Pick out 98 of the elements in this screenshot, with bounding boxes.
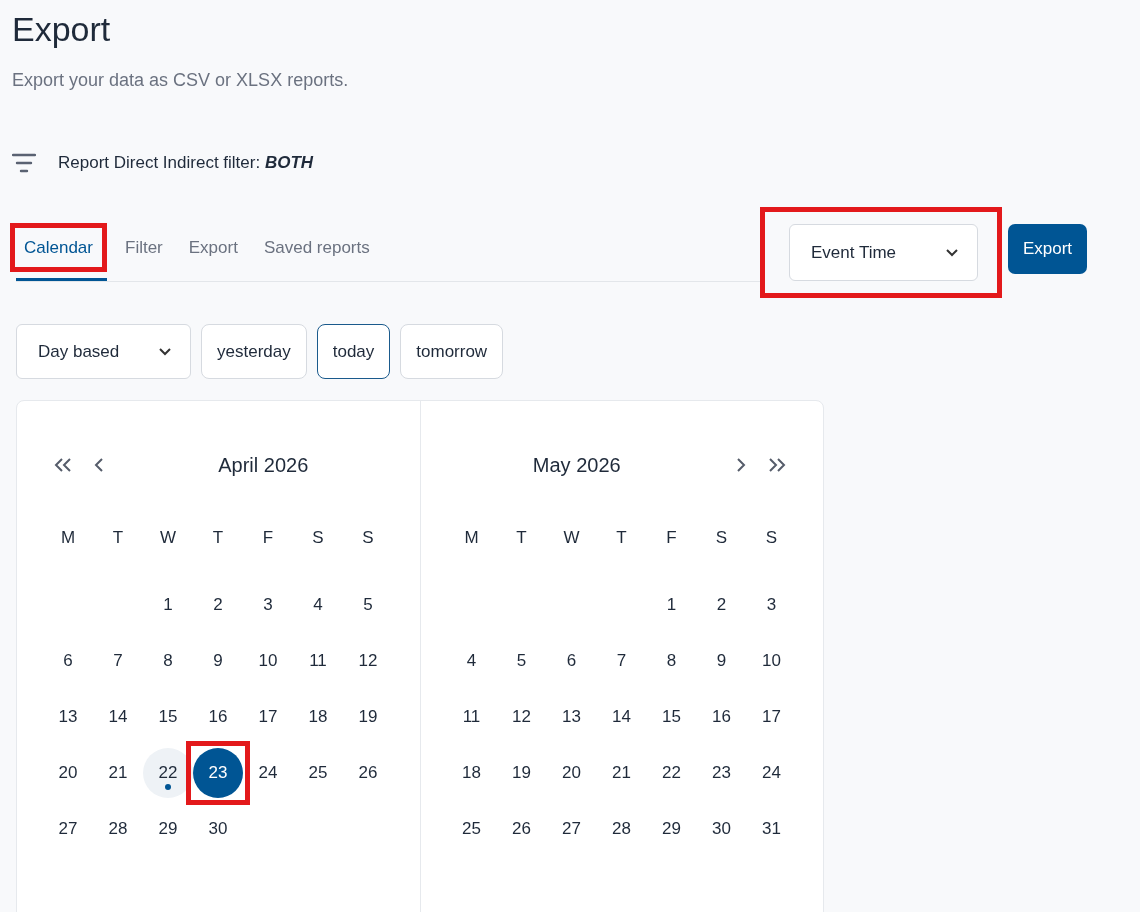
calendar-day[interactable]: 27	[43, 804, 93, 854]
double-chevron-right-icon[interactable]	[767, 457, 787, 473]
tab[interactable]: Calendar	[10, 230, 107, 272]
chevron-right-icon[interactable]	[735, 457, 747, 473]
calendar-day[interactable]: 29	[143, 804, 193, 854]
weekday-label: T	[516, 528, 527, 548]
calendar-day[interactable]: 17	[243, 692, 293, 742]
calendar-day[interactable]: 9	[193, 636, 243, 686]
calendar-day[interactable]: 25	[446, 804, 497, 854]
calendar-day[interactable]: 5	[496, 636, 547, 686]
calendar-day[interactable]: 14	[596, 692, 647, 742]
filter-icon[interactable]	[12, 153, 36, 173]
calendar-day[interactable]: 2	[193, 580, 243, 630]
weekday-label: W	[159, 528, 176, 548]
calendar-day[interactable]: 15	[646, 692, 697, 742]
weekday-label: F	[666, 528, 677, 548]
chevron-down-icon	[158, 347, 172, 356]
calendar-day[interactable]: 13	[546, 692, 597, 742]
calendar-day[interactable]: 22	[143, 748, 193, 798]
calendar-day[interactable]: 26	[343, 748, 393, 798]
calendar-day[interactable]: 5	[343, 580, 393, 630]
calendar-day[interactable]: 1	[646, 580, 697, 630]
export-button[interactable]: Export	[1008, 223, 1087, 274]
calendar-day[interactable]: 21	[93, 748, 143, 798]
calendar-day[interactable]: 9	[696, 636, 747, 686]
calendar-day[interactable]: 16	[193, 692, 243, 742]
calendar-day[interactable]: 3	[746, 580, 797, 630]
month-title: April 2026	[218, 453, 309, 476]
calendar-day[interactable]: 7	[93, 636, 143, 686]
weekday-label: W	[563, 528, 580, 548]
tab[interactable]: Export	[180, 230, 246, 272]
calendar-day[interactable]: 10	[746, 636, 797, 686]
month-title: May 2026	[532, 453, 621, 476]
calendar-day[interactable]: 7	[596, 636, 647, 686]
calendar-day[interactable]: 19	[343, 692, 393, 742]
weekday-label: F	[262, 528, 274, 548]
calendar-day[interactable]: 16	[696, 692, 747, 742]
tab[interactable]: Filter	[117, 230, 171, 272]
calendar-day[interactable]: 17	[746, 692, 797, 742]
calendar-day[interactable]: 31	[746, 804, 797, 854]
weekday-label: S	[362, 528, 374, 548]
chevron-down-icon	[945, 248, 959, 257]
calendar-day[interactable]: 8	[143, 636, 193, 686]
calendar-day[interactable]: 14	[93, 692, 143, 742]
calendar-day[interactable]: 29	[646, 804, 697, 854]
page-subtitle: Export your data as CSV or XLSX reports.	[12, 70, 350, 91]
page-title: Export	[12, 9, 112, 50]
calendar-day[interactable]: 30	[193, 804, 243, 854]
quick-date-button[interactable]: yesterday	[201, 324, 307, 379]
quick-date-button[interactable]: today	[316, 324, 391, 379]
calendar-day[interactable]: 20	[546, 748, 597, 798]
weekday-label: S	[312, 528, 324, 548]
calendar-day[interactable]: 24	[243, 748, 293, 798]
weekday-label: M	[464, 528, 479, 548]
range-dropdown[interactable]: Day based	[16, 324, 191, 379]
calendar-day[interactable]: 25	[293, 748, 343, 798]
calendar-day[interactable]: 13	[43, 692, 93, 742]
calendar-day[interactable]: 21	[596, 748, 647, 798]
calendar-day[interactable]: 3	[243, 580, 293, 630]
calendar-day[interactable]: 18	[446, 748, 497, 798]
weekday-label: T	[616, 528, 627, 548]
time-dropdown[interactable]: Event Time	[789, 224, 978, 281]
today-dot-icon	[165, 784, 171, 790]
calendar-day[interactable]: 24	[746, 748, 797, 798]
calendar-day[interactable]: 12	[343, 636, 393, 686]
weekday-label: S	[765, 528, 778, 548]
weekday-label: S	[715, 528, 728, 548]
weekday-label: M	[60, 528, 76, 548]
filter-summary: Report Direct Indirect filter: BOTH	[58, 153, 314, 173]
calendar-day[interactable]: 30	[696, 804, 747, 854]
calendar-day[interactable]: 19	[496, 748, 547, 798]
quick-date-button[interactable]: tomorrow	[400, 324, 504, 379]
weekday-label: T	[112, 528, 124, 548]
calendar-day[interactable]: 23	[696, 748, 747, 798]
calendar-day[interactable]: 22	[646, 748, 697, 798]
calendar-day[interactable]: 27	[546, 804, 597, 854]
calendar-day[interactable]: 6	[43, 636, 93, 686]
calendar-day[interactable]: 6	[546, 636, 597, 686]
calendar-day[interactable]: 11	[446, 692, 497, 742]
double-chevron-left-icon[interactable]	[53, 457, 73, 473]
calendar-day[interactable]: 4	[293, 580, 343, 630]
calendar-day[interactable]: 10	[243, 636, 293, 686]
calendar-day[interactable]: 12	[496, 692, 547, 742]
calendar-day[interactable]: 26	[496, 804, 547, 854]
calendar-day[interactable]: 20	[43, 748, 93, 798]
calendar-day[interactable]: 28	[93, 804, 143, 854]
calendar-day[interactable]: 1	[143, 580, 193, 630]
calendar-day[interactable]: 8	[646, 636, 697, 686]
calendar-day[interactable]: 28	[596, 804, 647, 854]
calendar-day[interactable]: 18	[293, 692, 343, 742]
calendar-day[interactable]: 11	[293, 636, 343, 686]
calendar-day[interactable]: 15	[143, 692, 193, 742]
calendar-day[interactable]: 2	[696, 580, 747, 630]
calendar-day[interactable]: 23	[193, 748, 243, 798]
weekday-label: T	[212, 528, 224, 548]
tab[interactable]: Saved reports	[255, 230, 378, 272]
chevron-left-icon[interactable]	[93, 457, 105, 473]
calendar-day[interactable]: 4	[446, 636, 497, 686]
